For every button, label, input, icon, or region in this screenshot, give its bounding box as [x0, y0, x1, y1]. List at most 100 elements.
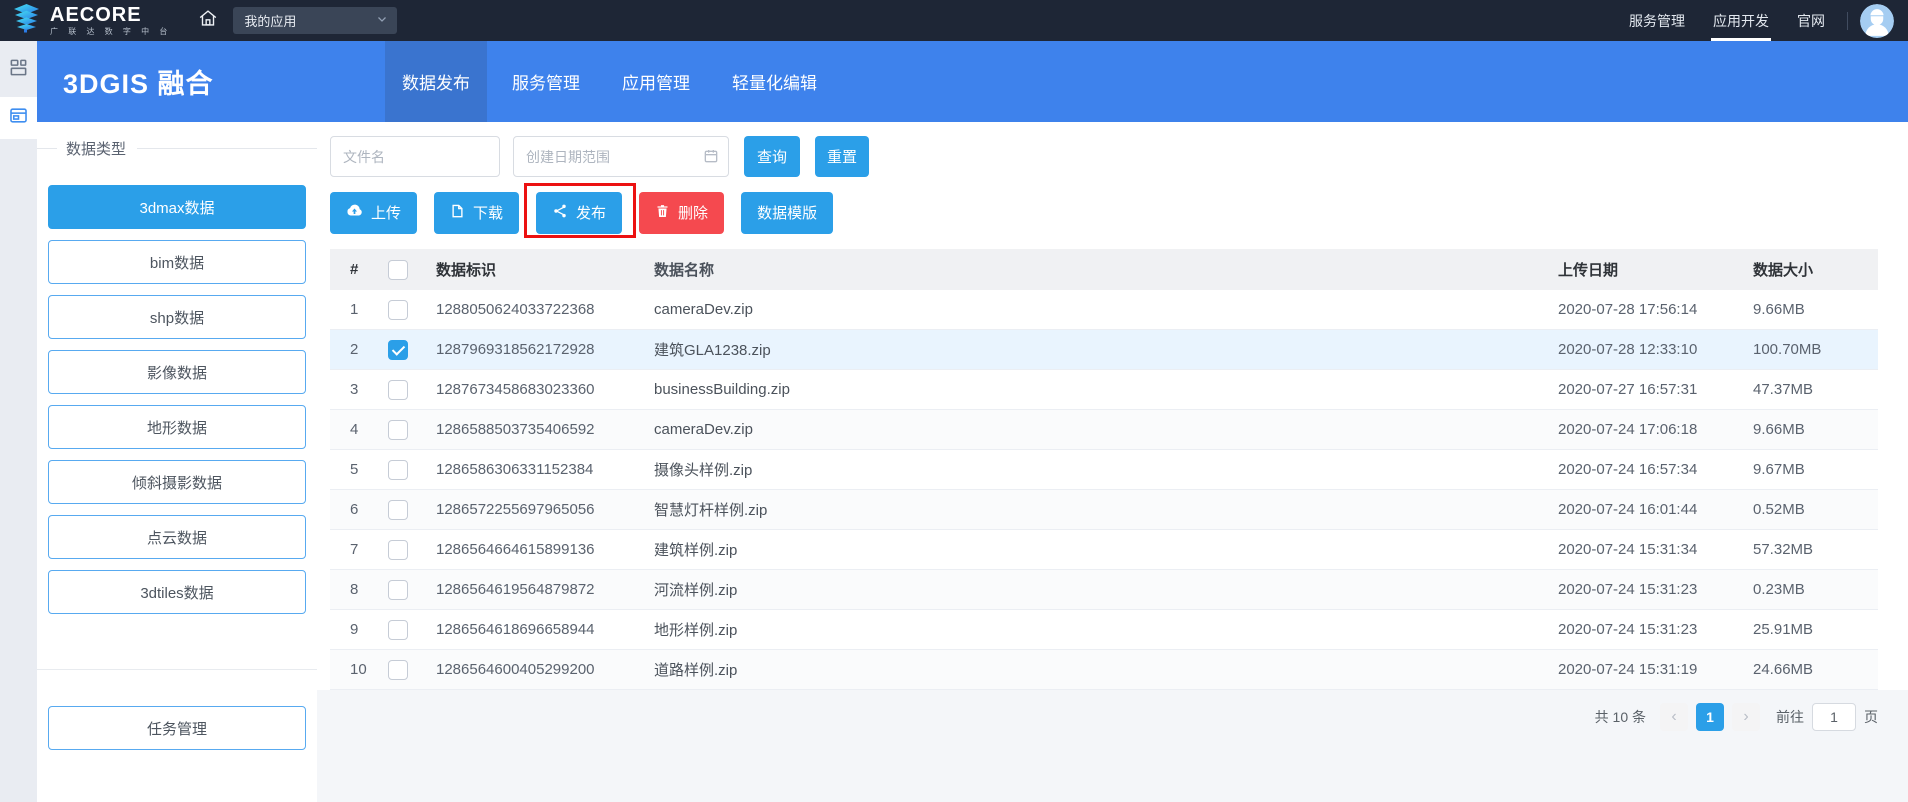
rail-item-apps[interactable] — [0, 97, 37, 139]
query-button[interactable]: 查询 — [744, 136, 800, 177]
row-checkbox[interactable] — [388, 500, 408, 520]
cell-data-size: 0.23MB — [1753, 581, 1878, 598]
sidebar-item[interactable]: bim数据 — [48, 240, 306, 284]
cell-upload-date: 2020-07-27 16:57:31 — [1558, 381, 1753, 398]
app-title: 3DGIS 融合 — [37, 41, 317, 122]
sidebar: 数据类型 3dmax数据 bim数据 shp数据 影像数据 地形数据 倾斜摄影数… — [37, 122, 317, 802]
header-tab-label: 应用管理 — [622, 69, 690, 94]
row-checkbox[interactable] — [388, 300, 408, 320]
sidebar-item[interactable]: 3dtiles数据 — [48, 570, 306, 614]
topnav-item[interactable]: 服务管理 — [1615, 0, 1699, 41]
sidebar-item[interactable]: 点云数据 — [48, 515, 306, 559]
table-row[interactable]: 10 1286564600405299200 道路样例.zip 2020-07-… — [330, 650, 1878, 690]
row-checkbox[interactable] — [388, 660, 408, 680]
cell-upload-date: 2020-07-24 16:57:34 — [1558, 461, 1753, 478]
cell-checkbox — [388, 340, 436, 360]
rail-item-dashboard[interactable] — [0, 49, 37, 91]
current-page-button[interactable]: 1 — [1696, 703, 1724, 731]
cell-upload-date: 2020-07-24 15:31:23 — [1558, 621, 1753, 638]
row-checkbox[interactable] — [388, 380, 408, 400]
cell-data-name: 建筑样例.zip — [654, 539, 1558, 560]
table-row[interactable]: 3 1287673458683023360 businessBuilding.z… — [330, 370, 1878, 410]
delete-label: 删除 — [678, 202, 708, 223]
sidebar-item-label: 3dtiles数据 — [140, 582, 213, 603]
window-icon — [9, 106, 28, 130]
cell-index: 5 — [330, 461, 388, 478]
cell-upload-date: 2020-07-28 17:56:14 — [1558, 301, 1753, 318]
sidebar-item-label: bim数据 — [150, 252, 204, 273]
sidebar-item-label: 点云数据 — [147, 527, 207, 548]
publish-label: 发布 — [576, 202, 606, 223]
table-row[interactable]: 9 1286564618696658944 地形样例.zip 2020-07-2… — [330, 610, 1878, 650]
prev-page-button[interactable]: ‹ — [1660, 703, 1688, 731]
table-row[interactable]: 1 1288050624033722368 cameraDev.zip 2020… — [330, 290, 1878, 330]
cell-data-name: 道路样例.zip — [654, 659, 1558, 680]
header-tab[interactable]: 轻量化编辑 — [715, 41, 834, 122]
row-checkbox[interactable] — [388, 580, 408, 600]
share-icon — [552, 203, 568, 223]
cell-upload-date: 2020-07-24 17:06:18 — [1558, 421, 1753, 438]
sidebar-item[interactable]: 3dmax数据 — [48, 185, 306, 229]
row-checkbox[interactable] — [388, 420, 408, 440]
table-row[interactable]: 8 1286564619564879872 河流样例.zip 2020-07-2… — [330, 570, 1878, 610]
delete-button[interactable]: 删除 — [639, 192, 724, 234]
cell-checkbox — [388, 420, 436, 440]
publish-wrap: 发布 — [536, 192, 622, 234]
app-select[interactable]: 我的应用 — [233, 7, 397, 34]
cell-data-name: 地形样例.zip — [654, 619, 1558, 640]
header-tab[interactable]: 服务管理 — [495, 41, 597, 122]
col-data-size: 数据大小 — [1753, 259, 1878, 280]
sidebar-item[interactable]: shp数据 — [48, 295, 306, 339]
row-checkbox[interactable] — [388, 340, 408, 360]
sidebar-section-title: 数据类型 — [37, 138, 317, 159]
header-tab[interactable]: 应用管理 — [605, 41, 707, 122]
header-tab-label: 数据发布 — [402, 69, 470, 94]
cell-data-size: 9.66MB — [1753, 301, 1878, 318]
table-row[interactable]: 6 1286572255697965056 智慧灯杆样例.zip 2020-07… — [330, 490, 1878, 530]
table-row[interactable]: 7 1286564664615899136 建筑样例.zip 2020-07-2… — [330, 530, 1878, 570]
header-tab[interactable]: 数据发布 — [385, 41, 487, 122]
table-row[interactable]: 2 1287969318562172928 建筑GLA1238.zip 2020… — [330, 330, 1878, 370]
home-icon — [197, 7, 219, 34]
row-checkbox[interactable] — [388, 620, 408, 640]
row-checkbox[interactable] — [388, 460, 408, 480]
cloud-upload-icon — [346, 202, 363, 223]
table-header: # 数据标识 数据名称 上传日期 数据大小 — [330, 249, 1878, 290]
brand-subtitle: 广 联 达 数 字 中 台 — [50, 28, 171, 36]
topnav-item-label: 应用开发 — [1713, 11, 1769, 31]
sidebar-item[interactable]: 影像数据 — [48, 350, 306, 394]
data-template-button[interactable]: 数据模版 — [741, 192, 833, 234]
reset-button[interactable]: 重置 — [815, 136, 869, 177]
cell-index: 8 — [330, 581, 388, 598]
file-name-input[interactable] — [330, 136, 500, 177]
table-row[interactable]: 5 1286586306331152384 摄像头样例.zip 2020-07-… — [330, 450, 1878, 490]
publish-button[interactable]: 发布 — [536, 192, 622, 234]
cell-data-name: cameraDev.zip — [654, 301, 1558, 318]
download-button[interactable]: 下载 — [434, 192, 519, 234]
date-range-input[interactable] — [513, 136, 729, 177]
sidebar-item-label: 影像数据 — [147, 362, 207, 383]
sidebar-item-task-management[interactable]: 任务管理 — [48, 706, 306, 750]
next-page-button[interactable]: › — [1732, 703, 1760, 731]
cell-checkbox — [388, 460, 436, 480]
goto-page-input[interactable] — [1812, 703, 1856, 731]
row-checkbox[interactable] — [388, 540, 408, 560]
pagination: 共 10 条 ‹ 1 › 前往 页 — [317, 690, 1908, 731]
brand-logo: AECORE 广 联 达 数 字 中 台 — [12, 3, 171, 39]
app-header: 3DGIS 融合 数据发布 服务管理 应用管理 轻量化编辑 — [37, 41, 1908, 122]
sidebar-item[interactable]: 倾斜摄影数据 — [48, 460, 306, 504]
select-all-checkbox[interactable] — [388, 260, 408, 280]
topnav-item[interactable]: 应用开发 — [1699, 0, 1783, 41]
cell-data-size: 0.52MB — [1753, 501, 1878, 518]
action-bar: 上传 下载 — [330, 191, 1878, 234]
cell-data-size: 9.67MB — [1753, 461, 1878, 478]
cell-data-size: 24.66MB — [1753, 661, 1878, 678]
home-button[interactable] — [197, 7, 219, 34]
main-content: 查询 重置 上传 — [317, 122, 1908, 802]
sidebar-item[interactable]: 地形数据 — [48, 405, 306, 449]
upload-button[interactable]: 上传 — [330, 192, 417, 234]
goto-label: 前往 — [1776, 707, 1804, 727]
table-row[interactable]: 4 1286588503735406592 cameraDev.zip 2020… — [330, 410, 1878, 450]
user-avatar[interactable] — [1860, 4, 1894, 38]
topnav-item[interactable]: 官网 — [1783, 0, 1839, 41]
